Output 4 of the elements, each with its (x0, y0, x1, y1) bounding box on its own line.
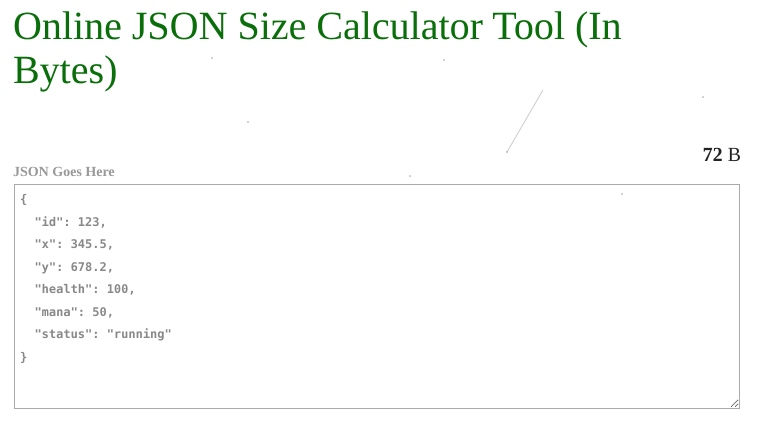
json-input-field[interactable]: { "id": 123, "x": 345.5, "y": 678.2, "health": 100, "mana": 50, "status": "running" } (14, 184, 740, 409)
editor-label: JSON Goes Here (13, 164, 116, 182)
size-readout: 72 B (702, 143, 741, 168)
page-title: Online JSON Size Calculator Tool (In Bytes) (13, 4, 623, 92)
